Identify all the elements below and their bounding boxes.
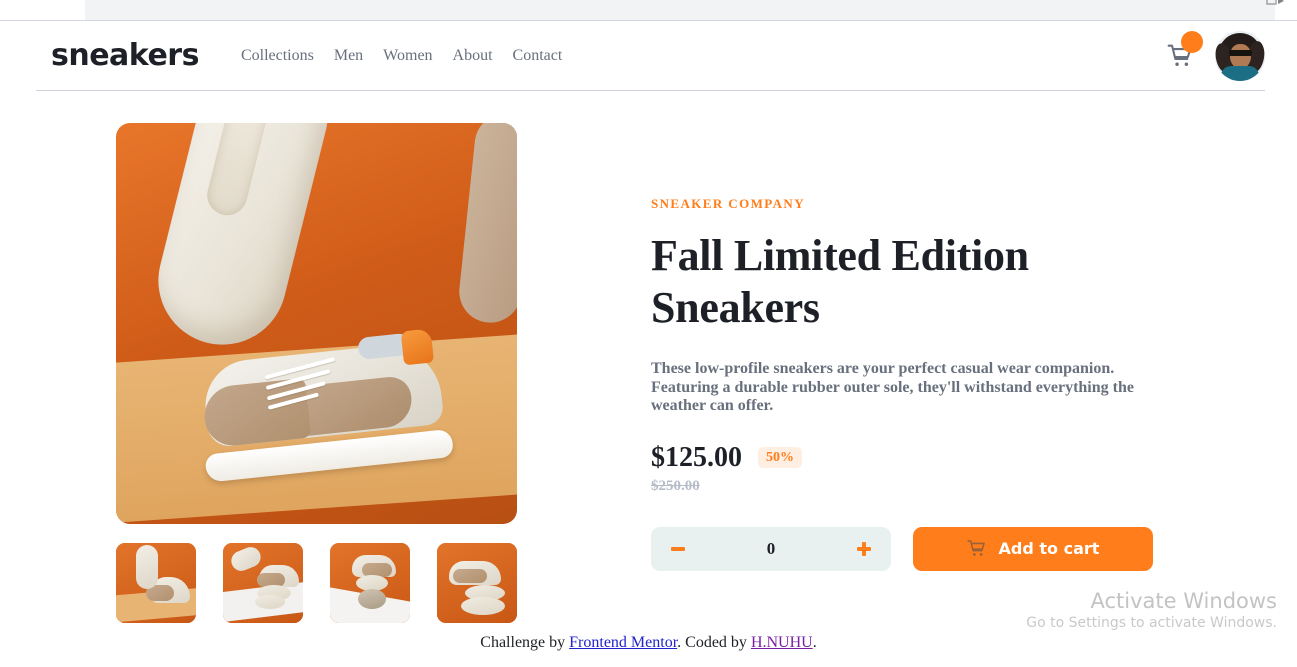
product-brand: SNEAKER COMPANY <box>651 196 806 211</box>
quantity-stepper: 0 <box>651 526 891 571</box>
price-row: $125.00 50% <box>651 442 1171 474</box>
thumbnail-4[interactable] <box>437 543 517 623</box>
browser-corner-icon[interactable] <box>1265 0 1287 6</box>
plus-icon <box>857 541 871 556</box>
increase-quantity-button[interactable] <box>853 538 875 560</box>
browser-chrome <box>0 0 1297 21</box>
nav-item-about[interactable]: About <box>453 47 493 65</box>
avatar-sunglasses <box>1229 49 1252 56</box>
add-to-cart-button[interactable]: Add to cart <box>913 526 1153 571</box>
author-link[interactable]: H.NUHU <box>751 634 813 651</box>
thumbnail-3[interactable] <box>330 543 410 623</box>
hero-shoe-sole-detail <box>202 123 271 220</box>
decrease-quantity-button[interactable] <box>667 538 689 560</box>
main-content: SNEAKER COMPANY Fall Limited Edition Sne… <box>0 91 1297 631</box>
avatar-shirt <box>1221 65 1259 81</box>
product-info: SNEAKER COMPANY Fall Limited Edition Sne… <box>651 196 1171 571</box>
cart-badge <box>1181 30 1203 53</box>
site-logo[interactable]: sneakers <box>51 38 199 73</box>
add-to-cart-label: Add to cart <box>998 539 1100 559</box>
watermark-title: Activate Windows <box>1090 589 1277 613</box>
footer-prefix: Challenge by <box>480 634 570 651</box>
thumbnail-strip <box>116 543 517 623</box>
minus-icon <box>671 546 685 551</box>
product-main-image[interactable] <box>116 123 517 524</box>
nav-item-women[interactable]: Women <box>383 47 432 65</box>
nav-item-collections[interactable]: Collections <box>241 47 314 65</box>
product-gallery <box>116 123 517 524</box>
product-title: Fall Limited Edition Sneakers <box>651 231 1029 332</box>
footer-suffix: . <box>812 634 817 651</box>
quantity-value: 0 <box>766 538 776 558</box>
discount-badge: 50% <box>758 447 802 469</box>
main-navigation: Collections Men Women About Contact <box>241 47 562 65</box>
footer-attribution: Challenge by Frontend Mentor. Coded by H… <box>0 634 1297 652</box>
original-price: $250.00 <box>651 477 700 494</box>
windows-activation-watermark: Activate Windows Go to Settings to activ… <box>1026 588 1277 633</box>
avatar-face <box>1230 43 1251 69</box>
page-root: sneakers Collections Men Women About Con… <box>0 0 1297 667</box>
hero-shoe-laces <box>264 357 346 412</box>
product-description: These low-profile sneakers are your perf… <box>651 360 1134 415</box>
site-header: sneakers Collections Men Women About Con… <box>36 21 1265 91</box>
thumbnail-2[interactable] <box>223 543 303 623</box>
footer-middle: . Coded by <box>677 634 751 651</box>
current-price: $125.00 <box>651 441 742 473</box>
nav-item-contact[interactable]: Contact <box>513 47 563 65</box>
frontend-mentor-link[interactable]: Frontend Mentor <box>569 634 677 651</box>
watermark-subtitle: Go to Settings to activate Windows. <box>1026 615 1277 631</box>
browser-tab[interactable] <box>85 0 1275 20</box>
header-actions <box>1167 30 1265 81</box>
cart-icon <box>966 540 985 557</box>
nav-item-men[interactable]: Men <box>334 47 363 65</box>
hero-shoe-heel-tab <box>400 328 435 366</box>
hero-shoe-front <box>200 328 455 483</box>
product-actions: 0 Add to cart <box>651 526 1171 571</box>
avatar[interactable] <box>1215 30 1265 81</box>
thumbnail-1[interactable] <box>116 543 196 623</box>
cart-button[interactable] <box>1167 30 1203 69</box>
